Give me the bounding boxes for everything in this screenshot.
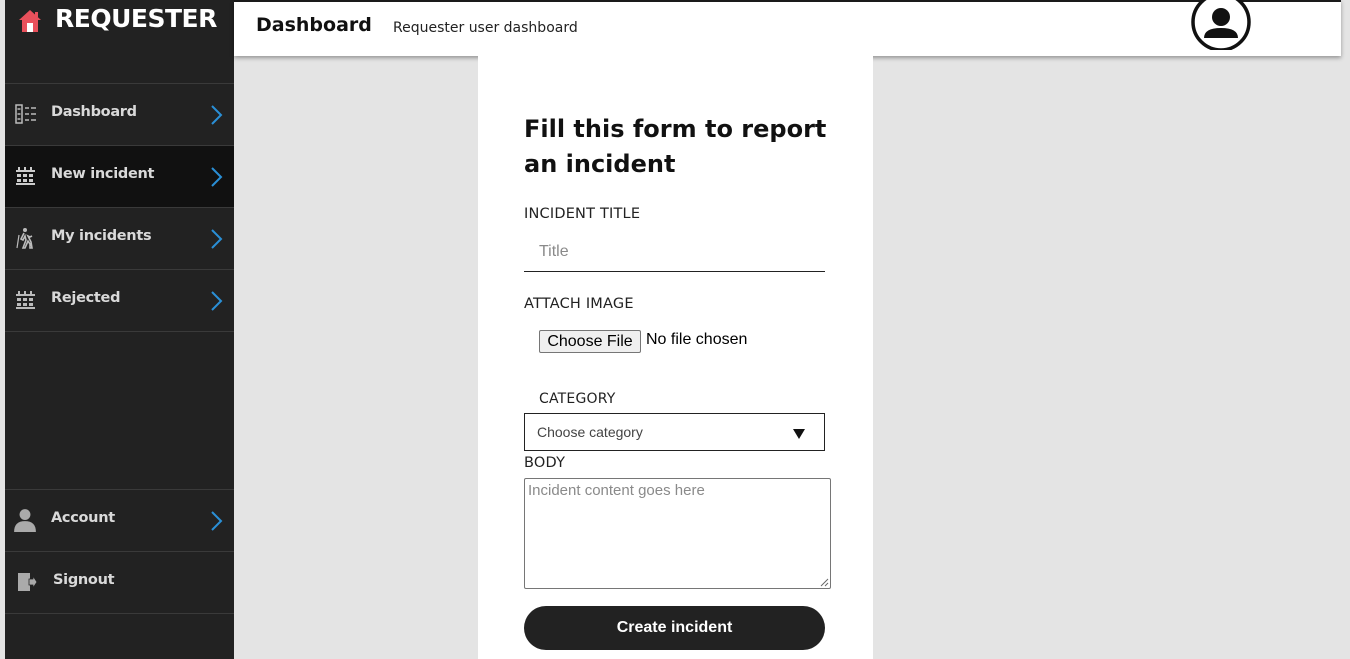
calendar-grid-icon [16, 291, 35, 309]
sidebar-item-label: Rejected [51, 290, 121, 306]
sidebar-item-new-incident[interactable]: New incident [5, 146, 234, 208]
sidebar: REQUESTER Dashboard New incident My inci… [5, 0, 234, 659]
create-incident-button[interactable]: Create incident [524, 606, 825, 650]
sidebar-item-my-incidents[interactable]: My incidents [5, 208, 234, 270]
sidebar-item-rejected[interactable]: Rejected [5, 270, 234, 332]
attach-image-label: ATTACH IMAGE [524, 296, 634, 312]
chevron-right-icon [211, 229, 223, 249]
category-select[interactable]: Choose category [524, 413, 825, 451]
page-subtitle: Requester user dashboard [393, 20, 578, 36]
form-heading: Fill this form to report an incident [524, 115, 827, 178]
choose-file-button[interactable]: Choose File [539, 330, 641, 353]
sidebar-item-label: New incident [51, 166, 155, 182]
sidebar-item-label: Account [51, 510, 115, 526]
sidebar-item-account[interactable]: Account [5, 490, 234, 552]
chevron-right-icon [211, 105, 223, 125]
brand-name: REQUESTER [55, 4, 217, 33]
top-bar: Dashboard Requester user dashboard [234, 0, 1341, 56]
body-textarea[interactable] [524, 478, 831, 589]
title-label: INCIDENT TITLE [524, 206, 641, 222]
incident-form: Fill this form to report an incident INC… [478, 56, 873, 659]
sign-out-icon [18, 573, 38, 591]
chevron-right-icon [211, 511, 223, 531]
page-title: Dashboard [256, 14, 372, 36]
sidebar-item-label: My incidents [51, 228, 152, 244]
list-icon [15, 104, 36, 124]
chevron-right-icon [211, 167, 223, 187]
hiker-icon [16, 228, 33, 249]
sidebar-item-label: Signout [53, 572, 115, 588]
sidebar-item-dashboard[interactable]: Dashboard [5, 84, 234, 146]
user-icon [14, 509, 36, 532]
sidebar-item-label: Dashboard [51, 104, 137, 120]
chevron-right-icon [211, 291, 223, 311]
resize-grip-icon[interactable] [819, 577, 829, 587]
body-label: BODY [524, 455, 566, 471]
caret-down-icon [793, 429, 805, 439]
category-label: CATEGORY [539, 391, 616, 407]
file-status: No file chosen [646, 331, 748, 348]
calendar-grid-icon [16, 167, 35, 185]
user-circle-icon[interactable] [1190, 0, 1252, 50]
title-input[interactable] [524, 232, 825, 272]
category-selected-value: Choose category [537, 424, 643, 440]
brand[interactable]: REQUESTER [5, 0, 234, 84]
sidebar-item-signout[interactable]: Signout [5, 552, 234, 614]
house-icon [19, 10, 41, 32]
